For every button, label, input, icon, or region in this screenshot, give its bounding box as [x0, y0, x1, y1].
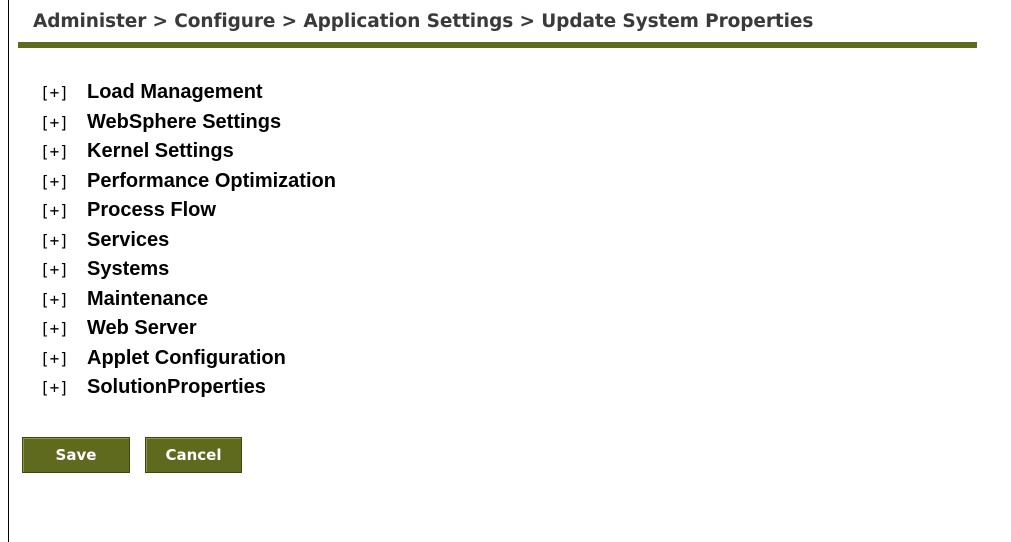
tree-item-solution-properties[interactable]: [+] SolutionProperties [39, 373, 336, 403]
expand-toggle[interactable]: [+] [39, 319, 87, 338]
tree-item-label[interactable]: Performance Optimization [87, 170, 336, 193]
tree-item-label[interactable]: Load Management [87, 81, 263, 104]
expand-toggle[interactable]: [+] [39, 231, 87, 250]
expand-toggle[interactable]: [+] [39, 290, 87, 309]
tree-item-applet-configuration[interactable]: [+] Applet Configuration [39, 344, 336, 374]
expand-toggle[interactable]: [+] [39, 83, 87, 102]
content-frame: Administer > Configure > Application Set… [8, 0, 1011, 542]
header-divider [18, 42, 977, 48]
tree-item-performance-optimization[interactable]: [+] Performance Optimization [39, 167, 336, 197]
tree-item-load-management[interactable]: [+] Load Management [39, 78, 336, 108]
expand-toggle[interactable]: [+] [39, 349, 87, 368]
tree-item-label[interactable]: WebSphere Settings [87, 111, 281, 134]
tree-item-websphere-settings[interactable]: [+] WebSphere Settings [39, 108, 336, 138]
tree-item-systems[interactable]: [+] Systems [39, 255, 336, 285]
breadcrumb: Administer > Configure > Application Set… [33, 11, 814, 32]
tree-item-label[interactable]: Systems [87, 258, 169, 281]
tree-item-label[interactable]: Maintenance [87, 288, 208, 311]
tree-item-label[interactable]: Web Server [87, 317, 197, 340]
expand-toggle[interactable]: [+] [39, 378, 87, 397]
tree-item-label[interactable]: Applet Configuration [87, 347, 286, 370]
tree-item-maintenance[interactable]: [+] Maintenance [39, 285, 336, 315]
property-tree: [+] Load Management [+] WebSphere Settin… [39, 78, 336, 403]
expand-toggle[interactable]: [+] [39, 172, 87, 191]
tree-item-label[interactable]: Services [87, 229, 169, 252]
tree-item-label[interactable]: Kernel Settings [87, 140, 234, 163]
tree-item-label[interactable]: SolutionProperties [87, 376, 266, 399]
tree-item-process-flow[interactable]: [+] Process Flow [39, 196, 336, 226]
cancel-button[interactable]: Cancel [145, 437, 242, 473]
tree-item-web-server[interactable]: [+] Web Server [39, 314, 336, 344]
expand-toggle[interactable]: [+] [39, 142, 87, 161]
expand-toggle[interactable]: [+] [39, 201, 87, 220]
expand-toggle[interactable]: [+] [39, 113, 87, 132]
save-button[interactable]: Save [22, 437, 130, 473]
tree-item-services[interactable]: [+] Services [39, 226, 336, 256]
expand-toggle[interactable]: [+] [39, 260, 87, 279]
tree-item-kernel-settings[interactable]: [+] Kernel Settings [39, 137, 336, 167]
tree-item-label[interactable]: Process Flow [87, 199, 216, 222]
